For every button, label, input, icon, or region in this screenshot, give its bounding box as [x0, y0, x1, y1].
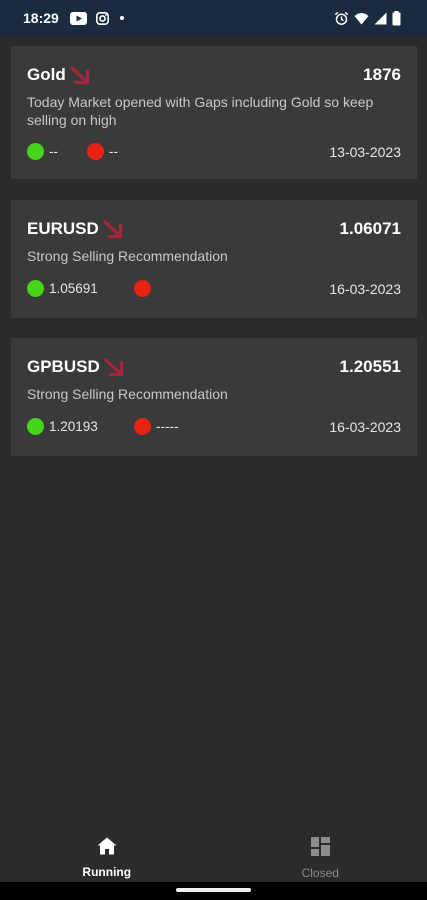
app-screen: 18:29 Gold 1876 Today Market opened with…: [0, 0, 427, 900]
signal-date: 16-03-2023: [329, 418, 401, 435]
youtube-icon: [69, 11, 87, 25]
home-icon: [97, 837, 117, 860]
bottom-navigation: Running Closed: [0, 830, 427, 882]
battery-icon: [392, 10, 401, 26]
tab-closed-label: Closed: [301, 866, 339, 880]
signal-date: 16-03-2023: [329, 280, 401, 297]
signal-card-gpbusd[interactable]: GPBUSD 1.20551 Strong Selling Recommenda…: [11, 338, 417, 456]
stop-loss-red-dot-icon: [134, 280, 151, 297]
target-green-dot-icon: [27, 280, 44, 297]
signal-description: Strong Selling Recommendation: [27, 248, 228, 264]
target-green-dot-icon: [27, 418, 44, 435]
stop-loss-value: --: [109, 144, 118, 159]
status-time: 18:29: [23, 10, 59, 26]
trend-down-arrow-icon: [69, 65, 91, 85]
grid-icon: [310, 837, 330, 861]
trend-down-arrow-icon: [102, 219, 124, 239]
signal-card-gold[interactable]: Gold 1876 Today Market opened with Gaps …: [11, 46, 417, 179]
wifi-icon: [354, 12, 369, 25]
stop-loss-red-dot-icon: [87, 143, 104, 160]
alarm-icon: [334, 11, 349, 26]
stop-loss-indicator: --: [87, 143, 118, 160]
stop-loss-indicator: -----: [134, 418, 178, 435]
tab-closed[interactable]: Closed: [214, 830, 427, 882]
home-gesture-handle[interactable]: [176, 888, 251, 892]
signal-icon: [374, 12, 387, 25]
signal-symbol: GPBUSD: [27, 357, 100, 376]
signal-card-eurusd[interactable]: EURUSD 1.06071 Strong Selling Recommenda…: [11, 200, 417, 318]
signal-symbol: Gold: [27, 65, 66, 84]
signal-price: 1.20551: [339, 357, 401, 376]
target-green-dot-icon: [27, 143, 44, 160]
tab-running[interactable]: Running: [0, 830, 214, 882]
instagram-icon: [95, 11, 109, 25]
stop-loss-red-dot-icon: [134, 418, 151, 435]
target-indicator: 1.05691: [27, 280, 134, 297]
signal-list: Gold 1876 Today Market opened with Gaps …: [11, 46, 417, 476]
signal-date: 13-03-2023: [329, 143, 401, 160]
signal-price: 1.06071: [339, 219, 401, 238]
signal-price: 1876: [363, 65, 401, 84]
trend-down-arrow-icon: [103, 357, 125, 377]
target-value: 1.05691: [49, 281, 98, 296]
notification-dot-icon: [119, 16, 124, 20]
target-indicator: 1.20193: [27, 418, 134, 435]
signal-description: Strong Selling Recommendation: [27, 386, 228, 402]
stop-loss-indicator: [134, 280, 156, 297]
target-value: 1.20193: [49, 419, 98, 434]
tab-running-label: Running: [82, 865, 132, 879]
signal-symbol: EURUSD: [27, 219, 99, 238]
target-indicator: --: [27, 143, 87, 160]
status-bar: 18:29: [0, 0, 427, 36]
signal-description: Today Market opened with Gaps including …: [27, 94, 374, 128]
target-value: --: [49, 144, 58, 159]
stop-loss-value: -----: [156, 419, 179, 434]
